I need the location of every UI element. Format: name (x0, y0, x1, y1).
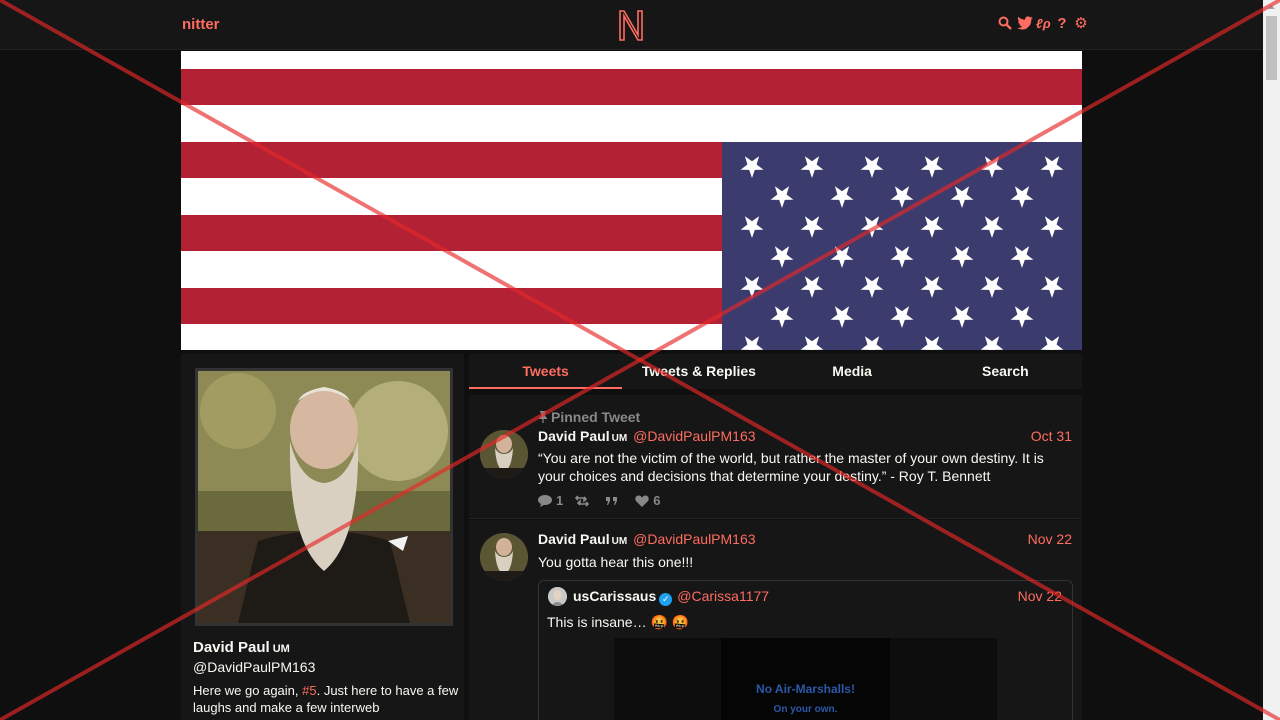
retweet-stat[interactable] (575, 493, 593, 508)
tweet-header: David Paul UM @DavidPaulPM163 (538, 428, 756, 444)
tweet-date[interactable]: Nov 22 (1028, 531, 1072, 547)
tab-tweets-replies[interactable]: Tweets & Replies (622, 354, 775, 389)
reply-stat[interactable]: 1 (538, 493, 563, 508)
pin-icon (539, 411, 547, 423)
tweet-item[interactable]: Pinned Tweet David Paul UM @DavidPaulPM163… (469, 395, 1082, 519)
nitter-home-link[interactable]: nitter (182, 16, 220, 33)
tweet-header: David Paul UM @DavidPaulPM163 (538, 531, 756, 547)
bio-hashtag-link[interactable]: #5 (302, 683, 316, 698)
quote-header: usCarissaus ✓ @Carissa1177 (573, 588, 769, 606)
tweet-stats: 1 6 (538, 493, 660, 508)
affiliation-badge: UM (611, 536, 628, 547)
pinned-indicator: Pinned Tweet (538, 409, 640, 425)
tweet-author-handle[interactable]: @DavidPaulPM163 (633, 428, 755, 444)
tweet-author-handle[interactable]: @DavidPaulPM163 (633, 531, 755, 547)
quote-stat[interactable] (605, 493, 623, 508)
gear-icon[interactable]: ⚙ (1074, 16, 1088, 32)
reply-count: 1 (556, 493, 564, 508)
tweet-avatar[interactable] (480, 533, 528, 581)
quote-author-handle[interactable]: @Carissa1177 (677, 588, 769, 604)
affiliation-badge: UM (611, 433, 628, 444)
top-navbar: nitter ℓρ ? ⚙ (0, 0, 1263, 50)
tweet-author-name[interactable]: David Paul (538, 428, 610, 444)
bio-text: Here we go again, (193, 683, 303, 698)
retweet-icon (575, 494, 590, 507)
search-icon[interactable] (998, 16, 1012, 32)
twitter-bird-icon[interactable] (1017, 16, 1033, 32)
quote-icon (606, 496, 618, 505)
page-scrollbar[interactable] (1263, 0, 1280, 720)
like-count: 6 (653, 493, 661, 508)
help-icon[interactable]: ? (1055, 16, 1069, 32)
like-stat[interactable]: 6 (635, 493, 660, 508)
media-caption-line-2: On your own. (773, 704, 838, 715)
heart-icon (635, 495, 649, 507)
video-thumbnail[interactable]: No Air-Marshalls! On your own. (721, 638, 890, 720)
comment-icon (538, 494, 552, 507)
quote-author-name[interactable]: usCarissaus (573, 588, 656, 604)
tab-media[interactable]: Media (776, 354, 929, 389)
quote-avatar[interactable] (548, 587, 567, 606)
profile-name-text: David Paul (193, 639, 270, 656)
affiliation-badge: UM (272, 643, 290, 655)
scroll-up-arrow-icon[interactable] (1263, 0, 1280, 14)
tweet-text: You gotta hear this one!!! (538, 554, 694, 570)
tab-search[interactable]: Search (929, 354, 1082, 389)
profile-fullname[interactable]: David Paul UM (193, 639, 290, 656)
tweet-item[interactable]: David Paul UM @DavidPaulPM163 Nov 22 You g… (469, 520, 1082, 720)
profile-username[interactable]: @DavidPaulPM163 (193, 659, 315, 675)
quoted-tweet[interactable]: usCarissaus ✓ @Carissa1177 Nov 22 This is … (538, 580, 1073, 720)
quote-text: This is insane… 🤬 🤬 (547, 614, 690, 630)
tweet-date[interactable]: Oct 31 (1031, 428, 1072, 444)
quote-media[interactable]: No Air-Marshalls! On your own. (614, 638, 997, 720)
tweet-author-name[interactable]: David Paul (538, 531, 610, 547)
profile-banner[interactable] (181, 51, 1082, 350)
tweet-avatar[interactable] (480, 430, 528, 478)
profile-bio: Here we go again, #5. Just here to have … (193, 682, 461, 716)
nitter-logo-icon[interactable] (617, 8, 645, 42)
profile-card: David Paul UM @DavidPaulPM163 Here we go … (181, 354, 464, 720)
profile-avatar[interactable] (195, 368, 453, 626)
timeline: Tweets Tweets & Replies Media Search Pin… (469, 354, 1082, 720)
verified-badge-icon: ✓ (659, 593, 673, 606)
pinned-label: Pinned Tweet (551, 409, 641, 425)
media-caption-line-1: No Air-Marshalls! (756, 682, 855, 696)
flag-banner-image (181, 51, 1082, 350)
quote-date[interactable]: Nov 22 (1018, 588, 1062, 604)
scrollbar-thumb[interactable] (1266, 16, 1277, 80)
tab-tweets[interactable]: Tweets (469, 354, 623, 389)
timeline-tabs: Tweets Tweets & Replies Media Search (469, 354, 1082, 389)
tweet-text: “You are not the victim of the world, bu… (538, 450, 1044, 484)
nav-icons: ℓρ ? ⚙ (998, 16, 1088, 32)
nitter-rss-icon[interactable]: ℓρ (1036, 16, 1051, 32)
